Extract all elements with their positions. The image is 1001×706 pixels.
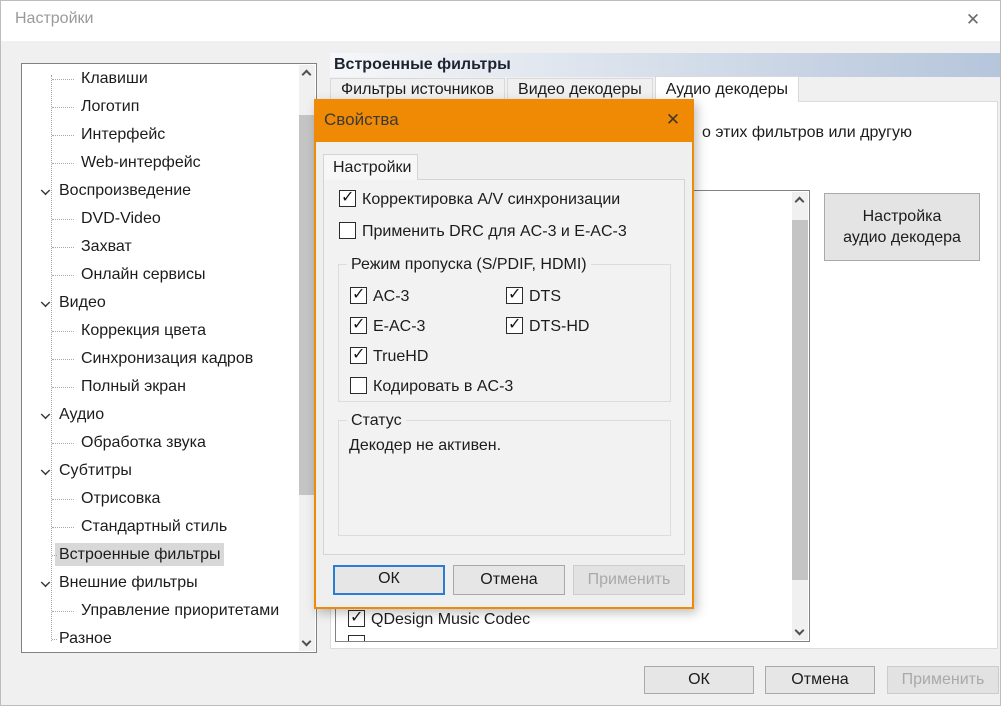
dialog-tab-page: Корректировка A/V синхронизации Применит… xyxy=(323,179,685,555)
truehd-checkbox-row[interactable]: TrueHD xyxy=(350,347,428,366)
checkbox-label: Применить DRC для AC-3 и E-AC-3 xyxy=(362,223,627,240)
tree-item[interactable]: Коррекция цвета xyxy=(23,317,299,345)
dialog-title-bar: Свойства ✕ xyxy=(314,99,694,142)
sidebar-scrollbar[interactable] xyxy=(299,65,315,651)
checkbox-label: Корректировка A/V синхронизации xyxy=(362,191,620,208)
group-title: Статус xyxy=(347,412,406,429)
list-item-label: QDesign Music Codec xyxy=(371,611,530,628)
scroll-up-icon[interactable] xyxy=(299,65,315,81)
tree-item[interactable]: Внешние фильтры xyxy=(23,569,299,597)
list-item[interactable]: QDesign Music Codec xyxy=(348,609,530,631)
chevron-down-icon xyxy=(795,626,805,636)
settings-tree: Клавиши Логотип Интерфейс Web-интерфейс … xyxy=(21,63,317,653)
ok-button[interactable]: ОК xyxy=(644,666,754,694)
settings-window: Настройки ✕ Клавиши Логотип Интерфейс We… xyxy=(0,0,1001,706)
dtshd-checkbox-row[interactable]: DTS-HD xyxy=(506,317,589,336)
tree-item[interactable]: Интерфейс xyxy=(23,121,299,149)
scroll-up-icon[interactable] xyxy=(792,192,808,208)
close-icon[interactable]: ✕ xyxy=(960,7,986,33)
list-item-partial[interactable] xyxy=(348,635,371,642)
checkbox[interactable] xyxy=(339,190,356,207)
ac3-checkbox-row[interactable]: AC-3 xyxy=(350,287,409,306)
checkbox-label: AC-3 xyxy=(373,288,409,305)
checkbox-label: DTS xyxy=(529,288,561,305)
title-bar: Настройки ✕ xyxy=(1,1,1000,41)
chevron-up-icon xyxy=(302,70,312,80)
tree-item[interactable]: Синхронизация кадров xyxy=(23,345,299,373)
tree-item[interactable]: Логотип xyxy=(23,93,299,121)
tab-settings[interactable]: Настройки xyxy=(323,154,418,180)
chevron-down-icon[interactable] xyxy=(41,410,49,418)
tree-item[interactable]: Стандартный стиль xyxy=(23,513,299,541)
tree-item[interactable]: Web-интерфейс xyxy=(23,149,299,177)
tree-item[interactable]: Субтитры xyxy=(23,457,299,485)
checkbox[interactable] xyxy=(348,635,365,642)
checkbox[interactable] xyxy=(350,287,367,304)
tree-item[interactable]: Отрисовка xyxy=(23,485,299,513)
tree-item[interactable]: Видео xyxy=(23,289,299,317)
tree-item[interactable]: Разное xyxy=(23,625,299,651)
passthrough-group: Режим пропуска (S/PDIF, HDMI) AC-3 DTS E… xyxy=(338,264,671,402)
tree-item[interactable]: Встроенные фильтры xyxy=(23,541,299,569)
checkbox[interactable] xyxy=(350,347,367,364)
checkbox[interactable] xyxy=(350,377,367,394)
scroll-down-icon[interactable] xyxy=(792,624,808,640)
tree-item[interactable]: Полный экран xyxy=(23,373,299,401)
scrollbar-thumb[interactable] xyxy=(792,220,808,580)
status-text: Декодер не активен. xyxy=(349,437,501,455)
checkbox[interactable] xyxy=(506,287,523,304)
properties-dialog: Свойства ✕ Настройки Корректировка A/V с… xyxy=(314,99,694,609)
list-scrollbar[interactable] xyxy=(792,192,808,640)
av-sync-checkbox-row[interactable]: Корректировка A/V синхронизации xyxy=(339,190,620,209)
checkbox[interactable] xyxy=(348,610,365,627)
description-text: о этих фильтров или другую xyxy=(702,124,912,142)
cancel-button[interactable]: Отмена xyxy=(453,565,565,595)
chevron-down-icon xyxy=(302,637,312,647)
encode-ac3-checkbox-row[interactable]: Кодировать в AC-3 xyxy=(350,377,513,396)
scrollbar-thumb[interactable] xyxy=(299,115,315,495)
tab-source-filters[interactable]: Фильтры источников xyxy=(330,78,505,101)
tree-item[interactable]: Онлайн сервисы xyxy=(23,261,299,289)
chevron-down-icon[interactable] xyxy=(41,466,49,474)
apply-button[interactable]: Применить xyxy=(887,666,999,694)
tree-rows: Клавиши Логотип Интерфейс Web-интерфейс … xyxy=(23,65,299,651)
checkbox-label: E-AC-3 xyxy=(373,318,425,335)
window-title: Настройки xyxy=(15,10,93,28)
tree-item[interactable]: Захват xyxy=(23,233,299,261)
ok-button[interactable]: ОК xyxy=(333,565,445,595)
scroll-down-icon[interactable] xyxy=(299,635,315,651)
checkbox[interactable] xyxy=(506,317,523,334)
close-icon[interactable]: ✕ xyxy=(660,107,686,133)
chevron-down-icon[interactable] xyxy=(41,186,49,194)
audio-decoder-settings-button[interactable]: Настройка аудио декодера xyxy=(824,193,980,261)
tree-item[interactable]: Клавиши xyxy=(23,65,299,93)
checkbox[interactable] xyxy=(350,317,367,334)
tree-item[interactable]: DVD-Video xyxy=(23,205,299,233)
section-header: Встроенные фильтры xyxy=(330,53,1001,77)
tree-item[interactable]: Обработка звука xyxy=(23,429,299,457)
dts-checkbox-row[interactable]: DTS xyxy=(506,287,561,306)
checkbox-label: TrueHD xyxy=(373,348,428,365)
dialog-title: Свойства xyxy=(324,110,399,130)
tree-item[interactable]: Управление приоритетами xyxy=(23,597,299,625)
chevron-down-icon[interactable] xyxy=(41,298,49,306)
checkbox-label: DTS-HD xyxy=(529,318,589,335)
checkbox[interactable] xyxy=(339,222,356,239)
eac3-checkbox-row[interactable]: E-AC-3 xyxy=(350,317,425,336)
group-title: Режим пропуска (S/PDIF, HDMI) xyxy=(347,256,591,273)
drc-checkbox-row[interactable]: Применить DRC для AC-3 и E-AC-3 xyxy=(339,222,627,241)
apply-button[interactable]: Применить xyxy=(573,565,685,595)
chevron-up-icon xyxy=(795,197,805,207)
tab-video-decoders[interactable]: Видео декодеры xyxy=(507,78,653,101)
tree-item[interactable]: Воспроизведение xyxy=(23,177,299,205)
chevron-down-icon[interactable] xyxy=(41,578,49,586)
status-group: Статус Декодер не активен. xyxy=(338,420,671,536)
tree-item[interactable]: Аудио xyxy=(23,401,299,429)
cancel-button[interactable]: Отмена xyxy=(765,666,875,694)
checkbox-label: Кодировать в AC-3 xyxy=(373,378,513,395)
